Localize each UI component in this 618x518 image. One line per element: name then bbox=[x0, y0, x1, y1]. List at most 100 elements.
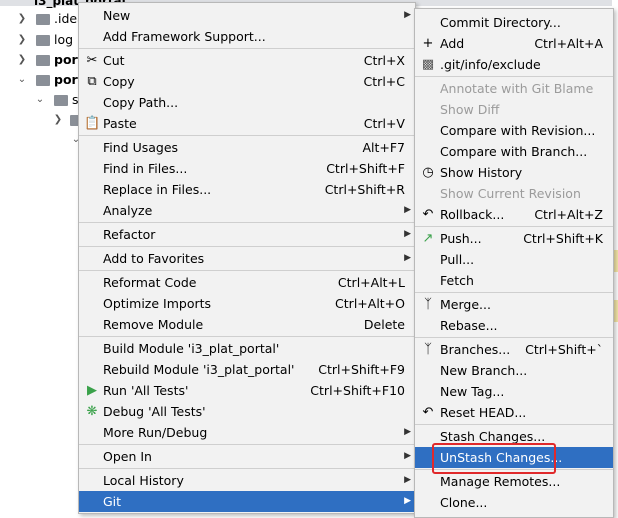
git-item-manage-remotes[interactable]: Manage Remotes... bbox=[415, 471, 613, 492]
menu-item-open-in[interactable]: Open In ▶ bbox=[79, 446, 415, 467]
menu-item-label: Remove Module bbox=[103, 317, 204, 332]
menu-item-shortcut: Ctrl+Shift+F10 bbox=[310, 383, 405, 398]
menu-item-build-module[interactable]: Build Module 'i3_plat_portal' bbox=[79, 338, 415, 359]
menu-item-label: New Branch... bbox=[440, 363, 528, 378]
menu-item-label: New Tag... bbox=[440, 384, 505, 399]
menu-item-add-to-favorites[interactable]: Add to Favorites ▶ bbox=[79, 248, 415, 269]
project-tree: i3_plat_portal ❯ .idea ❯ log ❯ port ⌄ po… bbox=[0, 0, 618, 516]
git-item-commit-directory[interactable]: Commit Directory... bbox=[415, 12, 613, 33]
chevron-down-icon[interactable]: ⌄ bbox=[16, 70, 28, 90]
branch-icon: ᛉ bbox=[424, 342, 432, 357]
menu-item-label: Add Framework Support... bbox=[103, 29, 266, 44]
menu-item-label: Cut bbox=[103, 53, 125, 68]
menu-item-find-in-files[interactable]: Find in Files... Ctrl+Shift+F bbox=[79, 158, 415, 179]
menu-item-label: Show History bbox=[440, 165, 523, 180]
menu-separator bbox=[415, 292, 613, 293]
menu-item-copy-path[interactable]: Copy Path... bbox=[79, 92, 415, 113]
menu-item-git[interactable]: Git ▶ bbox=[79, 491, 415, 512]
menu-item-shortcut: Ctrl+X bbox=[363, 53, 405, 68]
menu-item-paste[interactable]: 📋 Paste Ctrl+V bbox=[79, 113, 415, 134]
git-item-exclude[interactable]: ▩ .git/info/exclude bbox=[415, 54, 613, 75]
menu-item-rebuild-module[interactable]: Rebuild Module 'i3_plat_portal' Ctrl+Shi… bbox=[79, 359, 415, 380]
menu-item-label: Clone... bbox=[440, 495, 488, 510]
menu-item-debug-all-tests[interactable]: ❋ Debug 'All Tests' bbox=[79, 401, 415, 422]
menu-item-label: Reformat Code bbox=[103, 275, 197, 290]
git-item-rollback[interactable]: ↶ Rollback... Ctrl+Alt+Z bbox=[415, 204, 613, 225]
git-item-show-current-revision[interactable]: Show Current Revision bbox=[415, 183, 613, 204]
menu-item-run-all-tests[interactable]: ▶ Run 'All Tests' Ctrl+Shift+F10 bbox=[79, 380, 415, 401]
menu-item-remove-module[interactable]: Remove Module Delete bbox=[79, 314, 415, 335]
debug-icon: ❋ bbox=[86, 404, 98, 419]
rollback-icon: ↶ bbox=[422, 207, 434, 222]
menu-item-local-history[interactable]: Local History ▶ bbox=[79, 470, 415, 491]
git-item-reset-head[interactable]: ↶ Reset HEAD... bbox=[415, 402, 613, 423]
menu-item-refactor[interactable]: Refactor ▶ bbox=[79, 224, 415, 245]
submenu-arrow-icon: ▶ bbox=[404, 451, 411, 461]
menu-item-label: Manage Remotes... bbox=[440, 474, 561, 489]
git-item-clone[interactable]: Clone... bbox=[415, 492, 613, 513]
submenu-arrow-icon: ▶ bbox=[404, 475, 411, 485]
submenu-arrow-icon: ▶ bbox=[404, 205, 411, 215]
folder-icon bbox=[36, 55, 50, 66]
menu-item-shortcut: Ctrl+Shift+` bbox=[525, 342, 603, 357]
menu-separator bbox=[415, 337, 613, 338]
menu-separator bbox=[79, 222, 415, 223]
menu-item-shortcut: Ctrl+Alt+A bbox=[534, 36, 603, 51]
chevron-right-icon[interactable]: ❯ bbox=[52, 110, 64, 130]
git-item-pull[interactable]: Pull... bbox=[415, 249, 613, 270]
menu-item-label: Find in Files... bbox=[103, 161, 188, 176]
menu-item-label: Git bbox=[103, 494, 122, 509]
git-item-branches[interactable]: ᛉ Branches... Ctrl+Shift+` bbox=[415, 339, 613, 360]
menu-item-shortcut: Ctrl+Shift+F9 bbox=[318, 362, 405, 377]
menu-item-shortcut: Ctrl+Shift+F bbox=[326, 161, 405, 176]
git-item-annotate[interactable]: Annotate with Git Blame bbox=[415, 78, 613, 99]
git-item-new-branch[interactable]: New Branch... bbox=[415, 360, 613, 381]
menu-item-find-usages[interactable]: Find Usages Alt+F7 bbox=[79, 137, 415, 158]
git-item-show-history[interactable]: ◷ Show History bbox=[415, 162, 613, 183]
menu-item-label: Rebase... bbox=[440, 318, 498, 333]
clock-icon: ◷ bbox=[422, 165, 434, 180]
chevron-right-icon[interactable]: ❯ bbox=[16, 50, 28, 70]
git-item-add[interactable]: + Add Ctrl+Alt+A bbox=[415, 33, 613, 54]
reset-icon: ↶ bbox=[422, 405, 434, 420]
git-item-merge[interactable]: ᛉ Merge... bbox=[415, 294, 613, 315]
menu-item-more-run-debug[interactable]: More Run/Debug ▶ bbox=[79, 422, 415, 443]
menu-item-optimize-imports[interactable]: Optimize Imports Ctrl+Alt+O bbox=[79, 293, 415, 314]
menu-item-cut[interactable]: ✂ Cut Ctrl+X bbox=[79, 50, 415, 71]
chevron-down-icon[interactable]: ⌄ bbox=[34, 90, 46, 110]
git-item-compare-branch[interactable]: Compare with Branch... bbox=[415, 141, 613, 162]
submenu-arrow-icon: ▶ bbox=[404, 10, 411, 20]
menu-item-new[interactable]: New ▶ bbox=[79, 5, 415, 26]
menu-item-shortcut: Ctrl+Alt+O bbox=[335, 296, 405, 311]
menu-item-reformat-code[interactable]: Reformat Code Ctrl+Alt+L bbox=[79, 272, 415, 293]
menu-item-label: Copy bbox=[103, 74, 135, 89]
chevron-right-icon[interactable]: ❯ bbox=[16, 30, 28, 50]
run-icon: ▶ bbox=[87, 383, 97, 398]
chevron-right-icon[interactable]: ❯ bbox=[16, 9, 28, 29]
merge-icon: ᛉ bbox=[424, 297, 432, 312]
git-item-fetch[interactable]: Fetch bbox=[415, 270, 613, 291]
git-item-show-diff[interactable]: Show Diff bbox=[415, 99, 613, 120]
menu-item-shortcut: Ctrl+Shift+K bbox=[523, 231, 603, 246]
menu-item-label: Commit Directory... bbox=[440, 15, 561, 30]
git-item-compare-revision[interactable]: Compare with Revision... bbox=[415, 120, 613, 141]
menu-item-label: Merge... bbox=[440, 297, 491, 312]
menu-item-analyze[interactable]: Analyze ▶ bbox=[79, 200, 415, 221]
menu-item-label: Fetch bbox=[440, 273, 474, 288]
menu-item-label: Show Diff bbox=[440, 102, 500, 117]
menu-item-label: Rollback... bbox=[440, 207, 505, 222]
git-item-new-tag[interactable]: New Tag... bbox=[415, 381, 613, 402]
menu-item-copy[interactable]: ⧉ Copy Ctrl+C bbox=[79, 71, 415, 92]
menu-item-label: Pull... bbox=[440, 252, 475, 267]
submenu-arrow-icon: ▶ bbox=[404, 229, 411, 239]
submenu-arrow-icon: ▶ bbox=[404, 496, 411, 506]
git-item-rebase[interactable]: Rebase... bbox=[415, 315, 613, 336]
menu-item-replace-in-files[interactable]: Replace in Files... Ctrl+Shift+R bbox=[79, 179, 415, 200]
menu-item-label: Find Usages bbox=[103, 140, 179, 155]
plus-icon: + bbox=[422, 36, 434, 51]
menu-item-label: Debug 'All Tests' bbox=[103, 404, 206, 419]
git-submenu: Commit Directory... + Add Ctrl+Alt+A ▩ .… bbox=[414, 8, 614, 518]
menu-item-label: Open In bbox=[103, 449, 152, 464]
git-item-push[interactable]: ↗ Push... Ctrl+Shift+K bbox=[415, 228, 613, 249]
menu-item-add-framework-support[interactable]: Add Framework Support... bbox=[79, 26, 415, 47]
